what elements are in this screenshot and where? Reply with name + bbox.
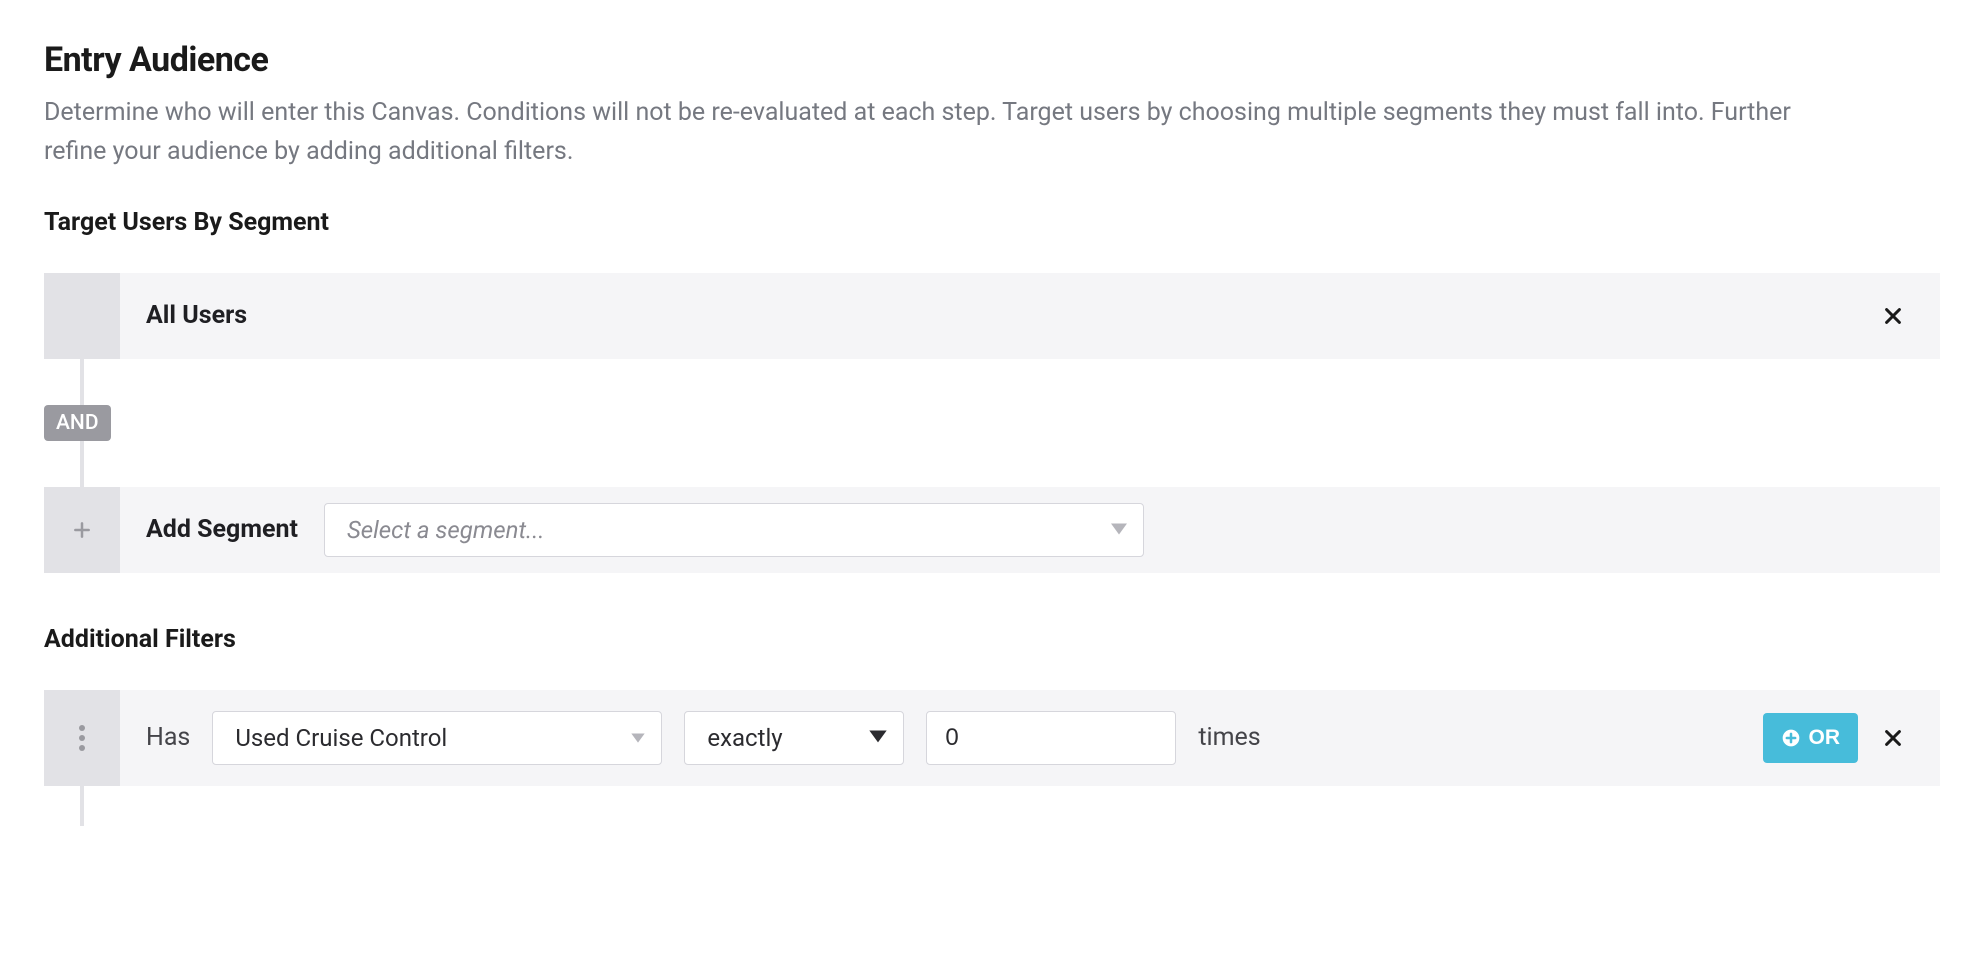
close-icon [1882,305,1904,327]
plus-circle-icon [1781,728,1801,748]
filter-row: Has Used Cruise Control exactly times [44,690,1940,786]
caret-down-icon [869,728,887,747]
segment-stack: All Users AND Add Segment Select a segme… [44,273,1940,573]
segment-handle[interactable] [44,273,120,359]
remove-segment-button[interactable] [1876,299,1910,333]
plus-icon [72,520,92,540]
filter-stack: Has Used Cruise Control exactly times [44,690,1940,786]
target-segments-heading: Target Users By Segment [44,208,1940,237]
caret-down-icon [1111,520,1127,539]
or-button-label: OR [1809,726,1841,750]
close-icon [1882,727,1904,749]
segment-name: All Users [146,301,247,330]
additional-filters-heading: Additional Filters [44,625,1940,654]
add-or-button[interactable]: OR [1763,713,1859,763]
filter-comparator-value: exactly [707,724,782,752]
filter-event-value: Used Cruise Control [235,724,447,752]
caret-down-icon [631,728,645,747]
filter-body: Has Used Cruise Control exactly times [120,690,1940,786]
additional-filters-section: Additional Filters Has Used Cruise Contr… [44,625,1940,786]
filter-comparator-select[interactable]: exactly [684,711,904,765]
segment-select[interactable]: Select a segment... [324,503,1144,557]
add-segment-handle [44,487,120,573]
and-connector-badge: AND [44,405,111,441]
segment-connector-spacer: AND [44,359,1940,487]
add-segment-label: Add Segment [146,515,298,544]
page-title: Entry Audience [44,40,1940,80]
filter-drag-handle[interactable] [44,690,120,786]
segment-row: All Users [44,273,1940,359]
segment-body: All Users [120,273,1940,359]
segment-select-placeholder: Select a segment... [347,516,545,544]
drag-handle-icon [78,724,86,752]
add-segment-body: Add Segment Select a segment... [120,487,1940,573]
remove-filter-button[interactable] [1876,721,1910,755]
filter-event-select[interactable]: Used Cruise Control [212,711,662,765]
filter-prefix: Has [146,723,190,752]
filter-count-input[interactable] [926,711,1176,765]
filter-suffix: times [1198,723,1260,752]
page-description: Determine who will enter this Canvas. Co… [44,94,1844,172]
add-segment-row: Add Segment Select a segment... [44,487,1940,573]
